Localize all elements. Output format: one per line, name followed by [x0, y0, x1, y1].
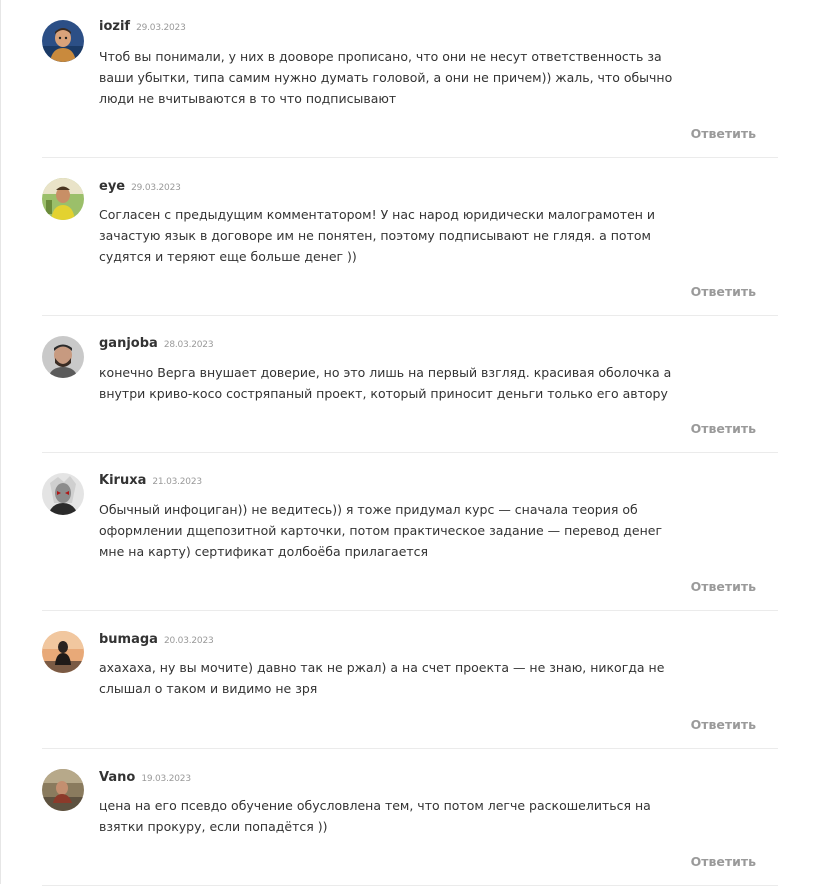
comment-meta: Vano 19.03.2023 [99, 770, 191, 785]
comment-text: конечно Верга внушает доверие, но это ли… [99, 365, 672, 401]
avatar[interactable] [42, 473, 84, 515]
comment-date: 29.03.2023 [131, 183, 181, 193]
avatar[interactable] [42, 20, 84, 62]
reply-button[interactable]: Ответить [691, 854, 756, 869]
comment-item: eye 29.03.2023 Согласен с предыдущим ком… [42, 158, 778, 316]
comment-date: 20.03.2023 [163, 636, 214, 646]
comment-text: Чтоб вы понимали, у них в дооворе пропис… [99, 49, 673, 106]
comment-date: 29.03.2023 [136, 23, 186, 33]
comment-item: Vano 19.03.2023 цена на его псевдо обуче… [42, 749, 778, 886]
comment-meta: iozif 29.03.2023 [99, 19, 186, 34]
avatar[interactable] [42, 631, 84, 673]
comment-text: Обычный инфоциган)) не ведитесь)) я тоже… [99, 502, 663, 559]
page-left-border [0, 0, 1, 884]
reply-button[interactable]: Ответить [691, 579, 756, 594]
comment-item: iozif 29.03.2023 Чтоб вы понимали, у них… [42, 0, 778, 158]
comment-item: Kiruxa 21.03.2023 Обычный инфоциган)) не… [42, 453, 778, 611]
reply-button[interactable]: Ответить [691, 126, 756, 141]
comment-author[interactable]: Kiruxa [99, 473, 146, 488]
comment-author[interactable]: eye [99, 179, 125, 194]
comment-text: цена на его псевдо обучение обусловлена … [99, 798, 651, 834]
reply-button[interactable]: Ответить [691, 717, 756, 732]
comment-item: bumaga 20.03.2023 ахахаха, ну вы мочите)… [42, 611, 778, 749]
reply-button[interactable]: Ответить [691, 284, 756, 299]
comment-author[interactable]: bumaga [99, 632, 158, 647]
comment-date: 28.03.2023 [163, 340, 214, 350]
comment-meta: eye 29.03.2023 [99, 179, 181, 194]
avatar[interactable] [42, 769, 84, 811]
comment-meta: ganjoba 28.03.2023 [99, 336, 214, 351]
comment-author[interactable]: iozif [99, 19, 130, 34]
comment-meta: bumaga 20.03.2023 [99, 632, 214, 647]
comment-author[interactable]: Vano [99, 770, 135, 785]
comment-author[interactable]: ganjoba [99, 336, 158, 351]
comment-meta: Kiruxa 21.03.2023 [99, 473, 202, 488]
avatar[interactable] [42, 178, 84, 220]
comment-item: ganjoba 28.03.2023 конечно Верга внушает… [42, 316, 778, 453]
reply-button[interactable]: Ответить [691, 421, 756, 436]
comment-date: 19.03.2023 [141, 774, 191, 784]
comment-list: iozif 29.03.2023 Чтоб вы понимали, у них… [42, 0, 778, 886]
comment-date: 21.03.2023 [152, 477, 202, 487]
avatar[interactable] [42, 336, 84, 378]
comment-text: ахахаха, ну вы мочите) давно так не ржал… [99, 660, 665, 696]
comment-text: Согласен с предыдущим комментатором! У н… [99, 207, 656, 264]
